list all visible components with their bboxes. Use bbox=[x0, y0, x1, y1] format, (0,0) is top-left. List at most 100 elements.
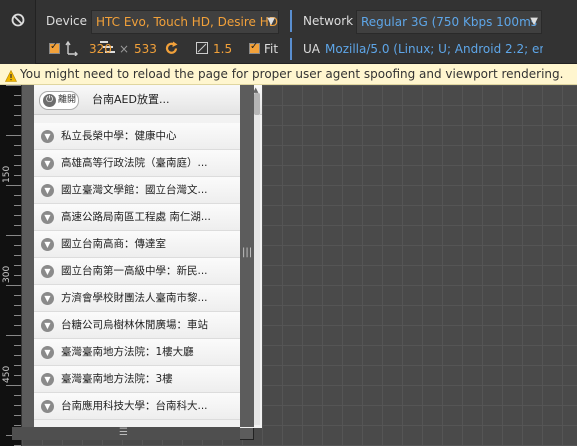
list-item[interactable]: ▼ 台糖公司烏樹林休閒廣場：車站 bbox=[34, 312, 250, 339]
times-sign: × bbox=[119, 42, 130, 56]
aed-location-list: ▼ 私立長榮中學：健康中心 ▼ 高雄高等行政法院（臺南庭）... ▼ 國立臺灣文學館：國立… bbox=[34, 123, 250, 420]
chevron-down-icon: ▼ bbox=[530, 16, 538, 27]
device-select[interactable]: HTC Evo, Touch HD, Desire HD ▼ bbox=[91, 10, 279, 34]
swap-dimensions-icon[interactable] bbox=[65, 40, 79, 59]
ruler-tick bbox=[14, 355, 21, 356]
chevron-down-icon: ▼ bbox=[41, 238, 54, 251]
list-item[interactable]: ▼ 私立長榮中學：健康中心 bbox=[34, 123, 250, 150]
ruler-tick bbox=[14, 425, 21, 426]
ruler-tick bbox=[14, 255, 21, 256]
leave-button-label: 離開 bbox=[58, 95, 77, 105]
list-item[interactable]: ▼ 方濟會學校財團法人臺南市黎... bbox=[34, 285, 250, 312]
list-item[interactable]: ▼ 國立臺灣文學館：國立台灣文... bbox=[34, 177, 250, 204]
list-item-label: 國立台南第一高級中學：新民... bbox=[61, 265, 208, 277]
disable-emulation-icon[interactable] bbox=[9, 11, 27, 29]
toolbar-divider bbox=[290, 38, 292, 60]
ruler-tick bbox=[6, 385, 21, 386]
device-resize-handle-right[interactable]: ||| bbox=[240, 85, 254, 427]
device-pixel-ratio-icon bbox=[196, 42, 208, 57]
ruler-tick bbox=[14, 345, 21, 346]
list-item[interactable]: ▼ 台南應用科技大學：台南科大... bbox=[34, 393, 250, 420]
ruler-tick bbox=[14, 115, 21, 116]
chevron-down-icon: ▼ bbox=[41, 130, 54, 143]
ruler-tick bbox=[6, 135, 21, 136]
chevron-down-icon: ▼ bbox=[41, 265, 54, 278]
ruler-tick bbox=[14, 275, 21, 276]
chevron-down-icon: ▼ bbox=[41, 211, 54, 224]
ruler-tick bbox=[14, 415, 21, 416]
ua-label: UA bbox=[303, 42, 320, 56]
ruler-tick bbox=[14, 305, 21, 306]
pixel-ratio-field[interactable]: 1.5 bbox=[213, 36, 232, 62]
list-item-label: 台糖公司烏樹林休閒廣場：車站 bbox=[61, 319, 208, 331]
list-item-label: 私立長榮中學：健康中心 bbox=[61, 130, 177, 142]
grip-icon: ||| bbox=[242, 247, 253, 258]
fit-label: Fit bbox=[264, 42, 279, 56]
device-resize-handle-bottom[interactable]: ☰ bbox=[12, 427, 240, 440]
ruler-tick bbox=[14, 105, 21, 106]
chevron-down-icon: ▼ bbox=[41, 292, 54, 305]
network-select[interactable]: Regular 3G (750 Kbps 100ms RTT) ▼ bbox=[356, 10, 542, 34]
ruler-tick bbox=[14, 95, 21, 96]
chevron-down-icon: ▼ bbox=[267, 16, 275, 27]
ruler-tick bbox=[14, 245, 21, 246]
grip-icon: ☰ bbox=[119, 427, 128, 438]
power-icon: ⏻ bbox=[43, 94, 56, 107]
list-item-label: 國立台南高商：傳達室 bbox=[61, 238, 166, 250]
warning-icon bbox=[5, 68, 17, 82]
ruler-tick bbox=[14, 295, 21, 296]
page-header: ⏻ 離開 台南AED放置... bbox=[34, 85, 262, 115]
leave-button[interactable]: ⏻ 離開 bbox=[39, 91, 79, 110]
ruler-tick bbox=[14, 195, 21, 196]
device-frame: ⏻ 離開 台南AED放置... ▼ 私立長榮中學：健康中心 ▼ 高雄高等行政法院（臺南… bbox=[22, 85, 262, 440]
ruler-tick bbox=[14, 155, 21, 156]
device-select-value: HTC Evo, Touch HD, Desire HD bbox=[96, 15, 278, 29]
list-item[interactable]: ▼ 高雄高等行政法院（臺南庭）... bbox=[34, 150, 250, 177]
resolution-checkbox[interactable] bbox=[49, 41, 60, 54]
ruler-tick bbox=[14, 325, 21, 326]
vertical-ruler: 150 300 450 bbox=[0, 85, 22, 446]
toolbar-side-tools bbox=[0, 0, 115, 64]
chevron-down-icon: ▼ bbox=[41, 157, 54, 170]
ruler-tick bbox=[14, 175, 21, 176]
warning-text: You might need to reload the page for pr… bbox=[20, 67, 564, 81]
list-item[interactable]: ▼ 臺灣臺南地方法院：3樓 bbox=[34, 366, 250, 393]
scrollbar-thumb[interactable] bbox=[254, 93, 260, 115]
height-field[interactable]: 533 bbox=[134, 36, 157, 62]
ruler-tick bbox=[6, 285, 21, 286]
list-item[interactable]: ▼ 國立台南高商：傳達室 bbox=[34, 231, 250, 258]
list-item-label: 高速公路局南區工程處 南仁湖... bbox=[61, 211, 211, 223]
list-item-label: 台南應用科技大學：台南科大... bbox=[61, 400, 208, 412]
ruler-tick bbox=[6, 85, 21, 86]
width-field[interactable]: 320 bbox=[89, 36, 112, 62]
ruler-tick bbox=[14, 125, 21, 126]
chevron-down-icon: ▼ bbox=[41, 400, 54, 413]
chevron-down-icon: ▼ bbox=[41, 184, 54, 197]
list-item[interactable]: ▼ 高速公路局南區工程處 南仁湖... bbox=[34, 204, 250, 231]
ruler-tick bbox=[6, 235, 21, 236]
ruler-tick bbox=[14, 365, 21, 366]
device-screen: ⏻ 離開 台南AED放置... ▼ 私立長榮中學：健康中心 ▼ 高雄高等行政法院（臺南… bbox=[34, 85, 262, 428]
ruler-tick bbox=[14, 145, 21, 146]
ruler-tick bbox=[14, 265, 21, 266]
ruler-tick bbox=[14, 205, 21, 206]
swap-orientation-icon[interactable] bbox=[164, 41, 179, 59]
list-item-label: 臺灣臺南地方法院：3樓 bbox=[61, 373, 173, 385]
network-select-value: Regular 3G (750 Kbps 100ms RTT) bbox=[361, 15, 541, 29]
ruler-tick bbox=[14, 315, 21, 316]
page-title: 台南AED放置... bbox=[92, 93, 170, 106]
warning-bar: You might need to reload the page for pr… bbox=[0, 64, 577, 85]
user-agent-field[interactable]: Mozilla/5.0 (Linux; U; Android 2.2; en-u… bbox=[325, 36, 543, 62]
chevron-down-icon: ▼ bbox=[41, 373, 54, 386]
list-item-label: 高雄高等行政法院（臺南庭）... bbox=[61, 157, 208, 169]
list-item-label: 國立臺灣文學館：國立台灣文... bbox=[61, 184, 208, 196]
fit-checkbox[interactable] bbox=[249, 41, 260, 54]
list-item[interactable]: ▼ 國立台南第一高級中學：新民... bbox=[34, 258, 250, 285]
ruler-tick bbox=[14, 395, 21, 396]
list-item-label: 臺灣臺南地方法院：1樓大廳 bbox=[61, 346, 194, 358]
list-item[interactable]: ▼ 臺灣臺南地方法院：1樓大廳 bbox=[34, 339, 250, 366]
ruler-label: 450 bbox=[2, 365, 12, 383]
device-label: Device bbox=[46, 14, 88, 28]
chevron-down-icon: ▼ bbox=[41, 319, 54, 332]
ruler-label: 150 bbox=[2, 165, 12, 183]
